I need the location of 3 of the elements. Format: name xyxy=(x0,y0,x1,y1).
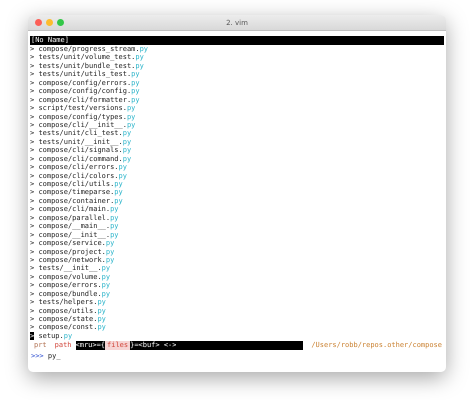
minimize-button[interactable] xyxy=(46,19,53,26)
zoom-button[interactable] xyxy=(57,19,64,26)
close-button[interactable] xyxy=(35,19,42,26)
